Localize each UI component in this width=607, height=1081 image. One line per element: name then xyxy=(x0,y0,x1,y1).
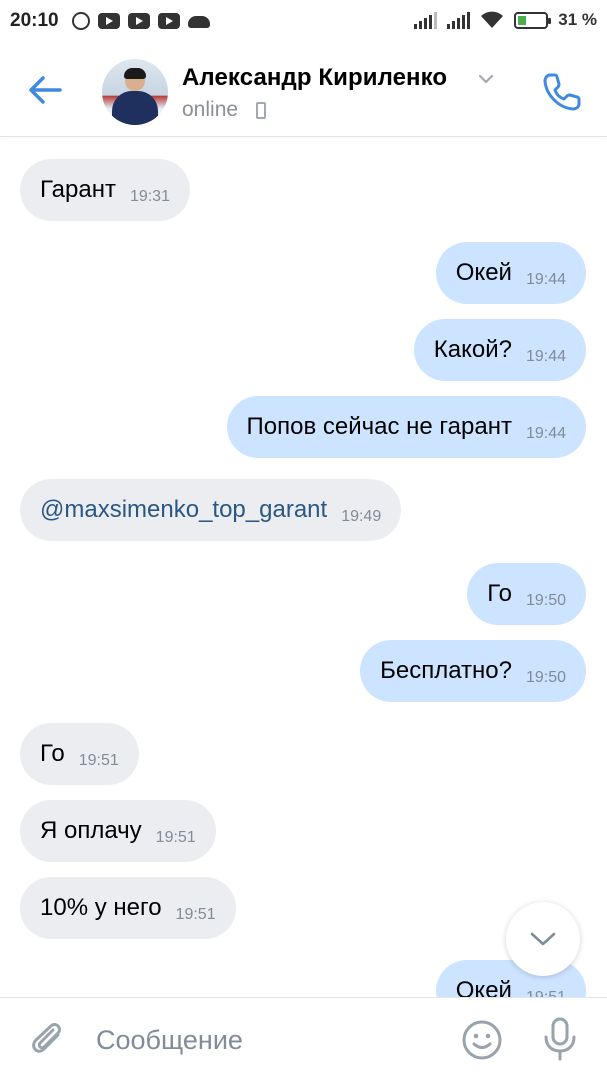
message-time: 19:50 xyxy=(525,669,566,686)
youtube-icon xyxy=(128,13,150,29)
message-time: 19:44 xyxy=(525,271,566,288)
chevron-down-icon[interactable] xyxy=(478,74,494,84)
message-time: 19:51 xyxy=(175,906,216,923)
incoming-message[interactable]: @maxsimenko_top_garant 19:49 xyxy=(20,479,402,541)
chat-bubble-icon xyxy=(72,12,90,30)
message-time: 19:51 xyxy=(155,829,196,846)
message-time: 19:51 xyxy=(526,989,566,997)
back-arrow-icon[interactable] xyxy=(26,72,64,108)
battery-charging-icon xyxy=(514,11,552,29)
microphone-icon[interactable] xyxy=(540,1016,580,1062)
outgoing-message[interactable]: Окей 19:44 xyxy=(435,242,586,304)
paperclip-icon[interactable] xyxy=(28,1020,68,1060)
phone-call-icon[interactable] xyxy=(540,70,584,114)
message-text: Попов сейчас не гарант xyxy=(246,413,512,440)
message-time: 19:44 xyxy=(525,348,566,365)
signal-icon xyxy=(447,11,471,29)
message-composer xyxy=(0,997,607,1081)
avatar[interactable] xyxy=(102,59,168,125)
message-text: Окей xyxy=(455,977,512,997)
signal-icon xyxy=(414,11,438,29)
notification-icons xyxy=(72,12,210,30)
emoji-icon[interactable] xyxy=(460,1018,504,1062)
contact-status: online xyxy=(182,98,239,121)
message-time: 19:49 xyxy=(341,508,382,525)
message-time: 19:44 xyxy=(525,425,566,442)
outgoing-message[interactable]: Попов сейчас не гарант 19:44 xyxy=(226,396,586,458)
message-list[interactable]: Гарант 19:31 Окей 19:44 Какой? 19:44 Попов сей… xyxy=(0,137,607,997)
youtube-icon xyxy=(158,13,180,29)
chevron-down-icon xyxy=(530,932,556,946)
message-text: Го xyxy=(40,740,65,767)
incoming-message[interactable]: Го 19:51 xyxy=(20,723,139,785)
message-text: Го xyxy=(487,580,512,607)
status-time: 20:10 xyxy=(10,10,59,31)
mobile-phone-icon xyxy=(256,102,266,119)
message-text: Я оплачу xyxy=(40,817,142,844)
message-time: 19:50 xyxy=(525,592,566,609)
message-link[interactable]: @maxsimenko_top_garant xyxy=(40,496,327,524)
message-text: Окей xyxy=(455,259,512,286)
message-text: Гарант xyxy=(40,176,116,203)
scroll-down-button[interactable] xyxy=(506,902,580,976)
message-text: 10% у него xyxy=(40,894,162,921)
incoming-message[interactable]: 10% у него 19:51 xyxy=(20,877,236,939)
chat-header: Александр Кириленко online xyxy=(0,44,607,137)
message-time: 19:51 xyxy=(78,752,119,769)
message-text: Бесплатно? xyxy=(380,657,512,684)
incoming-message[interactable]: Гарант 19:31 xyxy=(20,159,190,221)
outgoing-message[interactable]: Го 19:50 xyxy=(467,563,586,625)
status-bar: 20:10 31 % xyxy=(0,0,607,44)
wifi-icon xyxy=(481,11,504,28)
message-input[interactable] xyxy=(96,1022,436,1058)
message-text: Какой? xyxy=(433,336,512,363)
outgoing-message[interactable]: Бесплатно? 19:50 xyxy=(360,640,586,702)
system-icons: 31 % xyxy=(414,10,597,30)
cloud-icon xyxy=(188,16,210,28)
outgoing-message[interactable]: Какой? 19:44 xyxy=(413,319,586,381)
battery-percent: 31 % xyxy=(558,10,597,29)
incoming-message[interactable]: Я оплачу 19:51 xyxy=(20,800,216,862)
message-time: 19:31 xyxy=(129,188,170,205)
youtube-icon xyxy=(98,13,120,29)
contact-name[interactable]: Александр Кириленко xyxy=(182,64,447,92)
